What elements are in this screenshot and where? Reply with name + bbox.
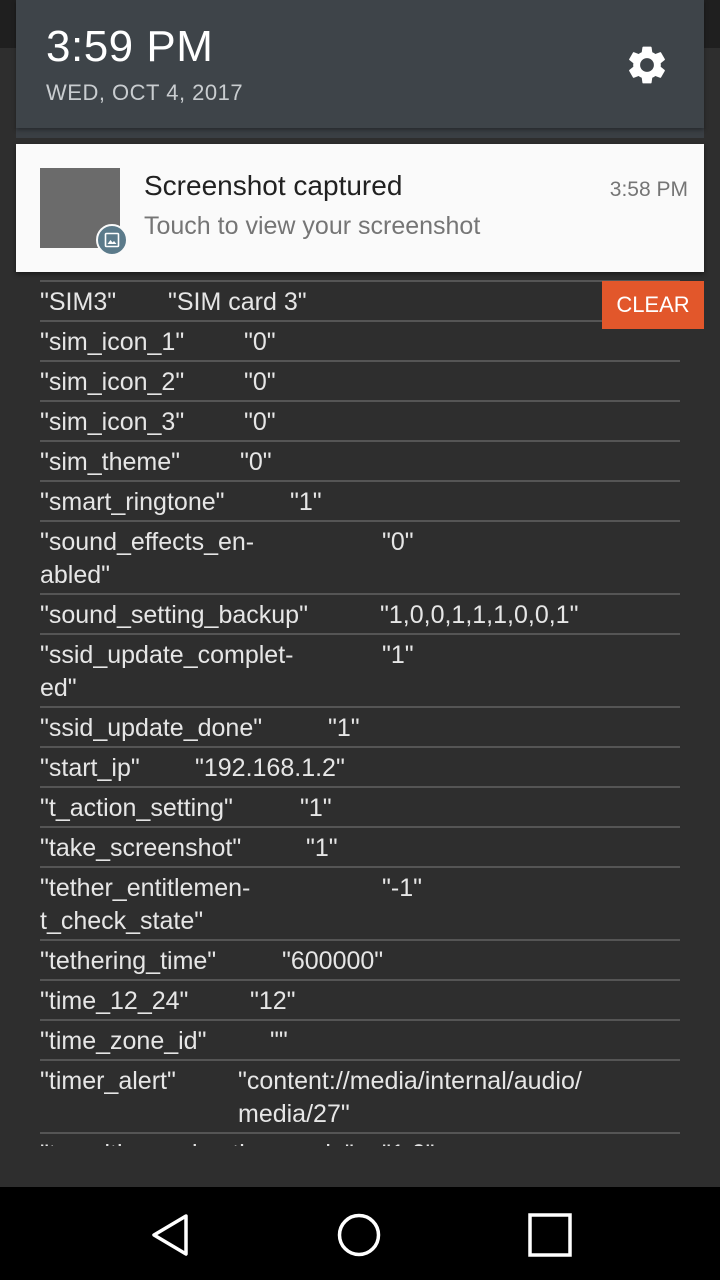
setting-key: "sound_effects_en- abled" [40, 528, 255, 589]
setting-key: "t_action_setting" [40, 794, 233, 822]
settings-row: "ssid_update_done" "1" [40, 708, 680, 748]
back-icon [152, 1214, 188, 1256]
settings-row: "sim_icon_3" "0" [40, 402, 680, 442]
recents-button[interactable] [522, 1207, 578, 1263]
setting-value: "SIM card 2" [178, 272, 317, 281]
settings-row: "sound_effects_en- abled" "0" [40, 522, 680, 595]
clear-all-button[interactable]: CLEAR [602, 281, 704, 329]
settings-button[interactable] [622, 40, 672, 90]
back-button[interactable] [142, 1207, 198, 1263]
setting-key: "sim_icon_3" [40, 408, 185, 436]
setting-value: "192.168.1.2" [195, 754, 345, 782]
settings-row: "take_screenshot" "1" [40, 828, 680, 868]
recents-icon [528, 1213, 572, 1257]
setting-key: "transition_animation_scale" [40, 1138, 354, 1146]
setting-value: "SIM card 3" [168, 288, 307, 316]
settings-row: "tether_entitlemen- t_check_state" "-1" [40, 868, 680, 941]
setting-value: "0" [244, 368, 276, 396]
setting-value: "1,0,0,1,1,1,0,0,1" [380, 601, 579, 629]
setting-value: "0" [244, 328, 276, 356]
setting-key: "take_screenshot" [40, 834, 242, 862]
settings-row: "sim_icon_1" "0" [40, 322, 680, 362]
notification-shade-header: 3:59 PM WED, OCT 4, 2017 [16, 0, 704, 128]
settings-row: "time_zone_id" "" [40, 1021, 680, 1061]
setting-key: "sound_setting_backup" [40, 601, 308, 629]
notification-title: Screenshot captured [144, 170, 403, 201]
setting-value: "12" [250, 987, 296, 1015]
setting-key: "sim_icon_2" [40, 368, 185, 396]
setting-key: "timer_alert" [40, 1067, 176, 1095]
settings-row: "time_12_24" "12" [40, 981, 680, 1021]
navigation-bar [0, 1187, 720, 1280]
settings-list[interactable]: "SIM2" "SIM card 2" "SIM3" "SIM card 3" "sim… [40, 272, 680, 1146]
setting-value: "0" [240, 448, 272, 476]
setting-value: "content://media/internal/audio/ media/2… [238, 1067, 582, 1128]
settings-row: "smart_ringtone" "1" [40, 482, 680, 522]
setting-key: "tethering_time" [40, 947, 217, 975]
settings-row: "timer_alert" "content://media/internal/a… [40, 1061, 680, 1134]
setting-value: "1" [328, 714, 360, 742]
home-icon [337, 1213, 381, 1257]
clock: 3:59 PM [46, 22, 214, 71]
setting-key: "sim_icon_1" [40, 328, 185, 356]
setting-value: "600000" [282, 947, 384, 975]
setting-key: "time_zone_id" [40, 1027, 207, 1055]
settings-row: "start_ip" "192.168.1.2" [40, 748, 680, 788]
setting-key: "sim_theme" [40, 448, 181, 476]
setting-value: "1" [300, 794, 332, 822]
setting-value: "0" [382, 528, 414, 556]
setting-key: "ssid_update_done" [40, 714, 263, 742]
settings-row: "tethering_time" "600000" [40, 941, 680, 981]
settings-row: "t_action_setting" "1" [40, 788, 680, 828]
settings-row: "sim_theme" "0" [40, 442, 680, 482]
settings-row: "ssid_update_complet- ed" "1" [40, 635, 680, 708]
setting-value: "1.0" [382, 1138, 435, 1146]
notification-text: Touch to view your screenshot [144, 212, 481, 240]
home-button[interactable] [331, 1207, 387, 1263]
settings-row: "sound_setting_backup" "1,0,0,1,1,1,0,0,1… [40, 595, 680, 635]
setting-key: "start_ip" [40, 754, 140, 782]
settings-row: "SIM3" "SIM card 3" [40, 282, 680, 322]
setting-value: "1" [382, 641, 414, 669]
screenshot-notification[interactable]: Screenshot captured Touch to view your s… [16, 144, 704, 272]
settings-row: "SIM2" "SIM card 2" [40, 272, 680, 282]
setting-value: "1" [306, 834, 338, 862]
setting-key: "tether_entitlemen- t_check_state" [40, 874, 251, 935]
setting-value: "-1" [382, 874, 422, 902]
settings-row: "sim_icon_2" "0" [40, 362, 680, 402]
gear-icon [629, 46, 665, 84]
setting-value: "1" [290, 488, 322, 516]
setting-key: "time_12_24" [40, 987, 189, 1015]
date: WED, OCT 4, 2017 [46, 80, 244, 105]
setting-value: "" [270, 1027, 288, 1055]
setting-key: "ssid_update_complet- ed" [40, 641, 294, 702]
notification-time: 3:58 PM [609, 178, 688, 201]
setting-value: "0" [244, 408, 276, 436]
image-icon [96, 224, 128, 256]
setting-key: "SIM2" [40, 272, 116, 281]
setting-key: "smart_ringtone" [40, 488, 225, 516]
setting-key: "SIM3" [40, 288, 117, 316]
settings-row: "transition_animation_scale" "1.0" [40, 1134, 680, 1146]
